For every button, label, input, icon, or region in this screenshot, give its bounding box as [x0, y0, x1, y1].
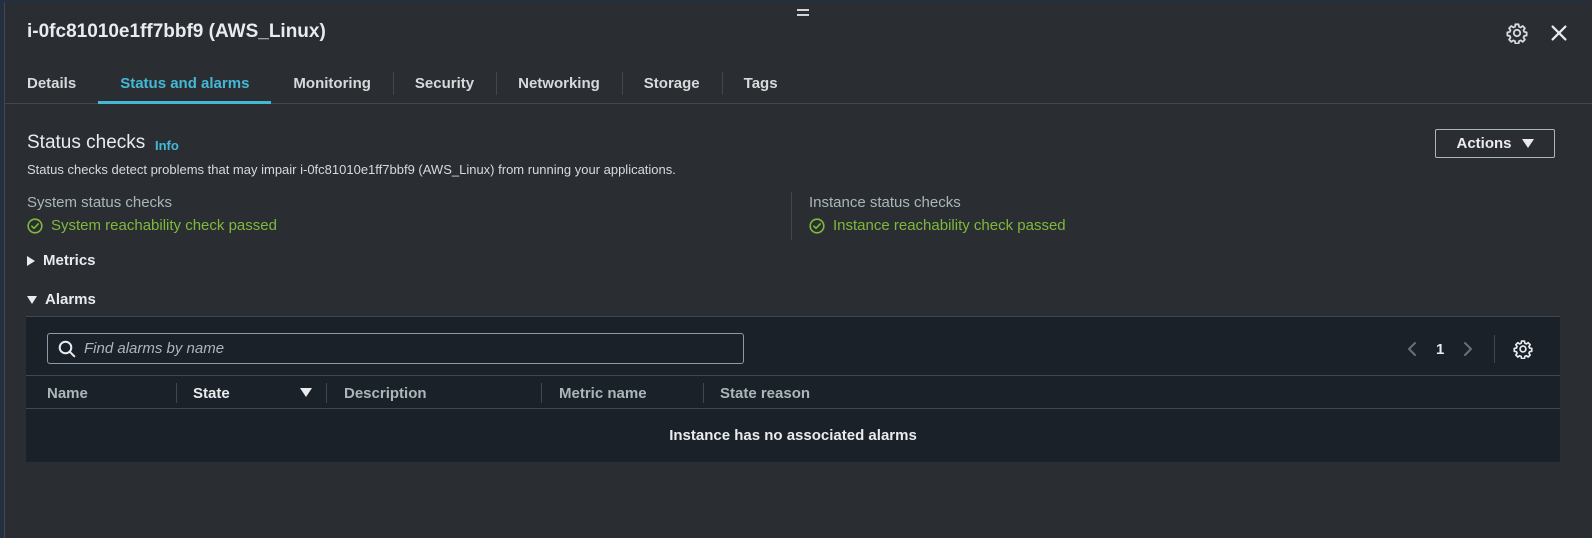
alarms-table-container: 1 Name State Description Metric name Sta… [26, 316, 1560, 462]
column-divider [703, 383, 704, 403]
column-divider [326, 383, 327, 403]
tab-monitoring[interactable]: Monitoring [271, 64, 392, 103]
actions-label: Actions [1456, 135, 1512, 152]
table-header: Name State Description Metric name State… [26, 375, 1560, 409]
resize-handle[interactable] [797, 9, 809, 19]
empty-state-message: Instance has no associated alarms [669, 426, 917, 444]
tab-storage[interactable]: Storage [621, 64, 722, 103]
column-header-description[interactable]: Description [344, 376, 427, 410]
system-status-text: System reachability check passed [51, 217, 277, 234]
tab-security[interactable]: Security [392, 64, 496, 103]
column-header-state-reason[interactable]: State reason [720, 376, 810, 410]
metrics-label: Metrics [43, 252, 96, 269]
check-circle-icon [809, 217, 825, 234]
table-settings-gear-icon[interactable] [1513, 339, 1533, 359]
close-icon[interactable] [1548, 22, 1570, 44]
caret-right-icon [27, 255, 35, 266]
tab-tags[interactable]: Tags [721, 64, 800, 103]
tab-status-and-alarms[interactable]: Status and alarms [98, 64, 272, 104]
alarms-expander[interactable]: Alarms [27, 291, 96, 308]
column-header-metric-name[interactable]: Metric name [559, 376, 647, 410]
caret-down-icon [27, 295, 37, 304]
tab-bar: Details Status and alarms Monitoring Sec… [5, 64, 1592, 104]
alarm-search-input[interactable] [84, 340, 724, 357]
caret-down-icon [1521, 139, 1534, 148]
metrics-expander[interactable]: Metrics [27, 252, 96, 269]
check-circle-icon [27, 217, 43, 234]
chevron-left-icon[interactable] [1406, 341, 1418, 357]
search-icon [58, 340, 76, 357]
instance-status-result: Instance reachability check passed [809, 217, 1066, 234]
tab-networking[interactable]: Networking [496, 64, 622, 103]
chevron-right-icon[interactable] [1462, 341, 1474, 357]
alarms-label: Alarms [45, 291, 96, 308]
column-divider [176, 383, 177, 403]
column-header-name[interactable]: Name [47, 376, 88, 410]
instance-detail-panel: i-0fc81010e1ff7bbf9 (AWS_Linux) Details … [4, 2, 1592, 538]
pager-divider [1494, 335, 1496, 363]
status-checks-description: Status checks detect problems that may i… [27, 162, 676, 177]
tab-details[interactable]: Details [5, 64, 98, 103]
info-link[interactable]: Info [155, 138, 179, 153]
status-checks-heading: Status checks [27, 132, 146, 153]
column-divider [541, 383, 542, 403]
column-divider [791, 192, 792, 240]
panel-title: i-0fc81010e1ff7bbf9 (AWS_Linux) [27, 21, 326, 42]
instance-status-text: Instance reachability check passed [833, 217, 1066, 234]
alarm-search-field[interactable] [47, 333, 744, 364]
settings-gear-icon[interactable] [1506, 22, 1528, 44]
system-status-label: System status checks [27, 194, 173, 211]
pagination: 1 [1406, 335, 1533, 363]
system-status-result: System reachability check passed [27, 217, 277, 234]
sort-descending-icon[interactable] [300, 388, 312, 397]
actions-button[interactable]: Actions [1435, 129, 1555, 158]
instance-status-label: Instance status checks [809, 194, 961, 211]
page-number[interactable]: 1 [1436, 341, 1444, 358]
column-header-state[interactable]: State [193, 376, 230, 410]
